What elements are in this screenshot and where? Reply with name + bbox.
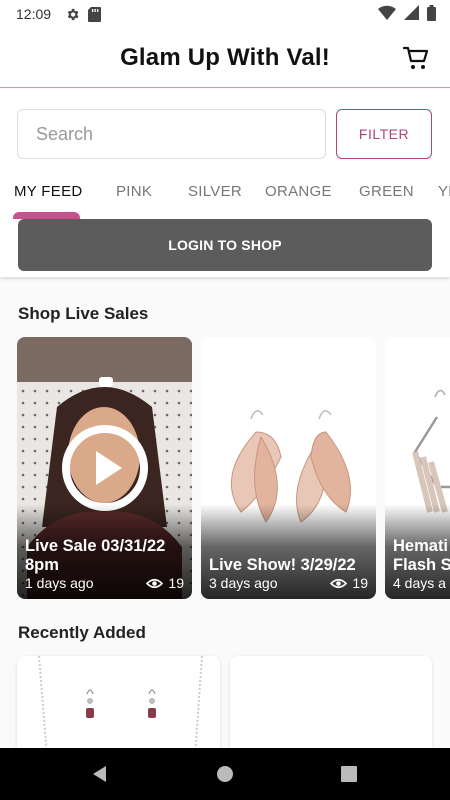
login-to-shop-button[interactable]: LOGIN TO SHOP <box>18 219 432 271</box>
tab-pink[interactable]: PINK <box>116 183 152 200</box>
card-views: 19 <box>146 575 184 591</box>
card-views: 19 <box>330 575 368 591</box>
card-time-ago: 1 days ago <box>25 575 94 591</box>
status-time: 12:09 <box>16 6 52 22</box>
product-card[interactable] <box>230 656 432 756</box>
live-sale-card[interactable]: Live Sale 03/31/22 8pm 1 days ago 19 <box>17 337 192 599</box>
card-title: Hemati Flash S <box>393 537 450 574</box>
section-title-live-sales: Shop Live Sales <box>18 304 149 323</box>
status-bar: 12:09 <box>0 0 450 28</box>
app-header: Glam Up With Val! <box>0 28 450 88</box>
card-meta: 1 days ago 19 <box>25 575 184 591</box>
battery-icon <box>427 4 436 24</box>
eye-icon <box>146 578 164 588</box>
tab-indicator <box>13 212 80 219</box>
sd-card-icon <box>88 6 102 22</box>
card-meta: 3 days ago 19 <box>209 575 368 591</box>
card-title: Live Show! 3/29/22 <box>209 556 356 574</box>
play-button-icon[interactable] <box>60 423 150 513</box>
card-time-ago: 4 days a <box>393 575 446 591</box>
tab-my-feed[interactable]: MY FEED <box>14 183 83 200</box>
app-title: Glam Up With Val! <box>120 43 330 71</box>
android-nav-bar <box>0 748 450 800</box>
card-time-ago: 3 days ago <box>209 575 278 591</box>
filter-button[interactable]: FILTER <box>336 109 432 159</box>
section-title-recently-added: Recently Added <box>18 623 146 642</box>
card-title: Live Sale 03/31/22 8pm <box>25 537 166 574</box>
search-row: FILTER <box>0 89 450 175</box>
tab-green[interactable]: GREEN <box>359 183 414 200</box>
live-sale-card[interactable]: Hemati Flash S 4 days a <box>385 337 450 599</box>
category-tabs: MY FEED PINK SILVER ORANGE GREEN YE <box>0 175 450 219</box>
tab-yellow[interactable]: YE <box>438 183 450 200</box>
eye-icon <box>330 578 348 588</box>
shopping-cart-icon[interactable] <box>402 44 430 72</box>
wifi-icon <box>378 5 396 23</box>
tab-orange[interactable]: ORANGE <box>265 183 332 200</box>
signal-icon <box>404 5 419 23</box>
necklace-image <box>38 656 203 756</box>
login-bar: LOGIN TO SHOP <box>0 219 450 277</box>
recents-icon[interactable] <box>337 762 361 786</box>
settings-gear-icon <box>65 7 80 22</box>
back-icon[interactable] <box>88 762 112 786</box>
home-icon[interactable] <box>213 762 237 786</box>
search-input[interactable] <box>17 109 326 159</box>
tab-silver[interactable]: SILVER <box>188 183 242 200</box>
live-sale-card[interactable]: Live Show! 3/29/22 3 days ago 19 <box>201 337 376 599</box>
product-card[interactable] <box>17 656 220 756</box>
card-meta: 4 days a <box>393 575 446 591</box>
